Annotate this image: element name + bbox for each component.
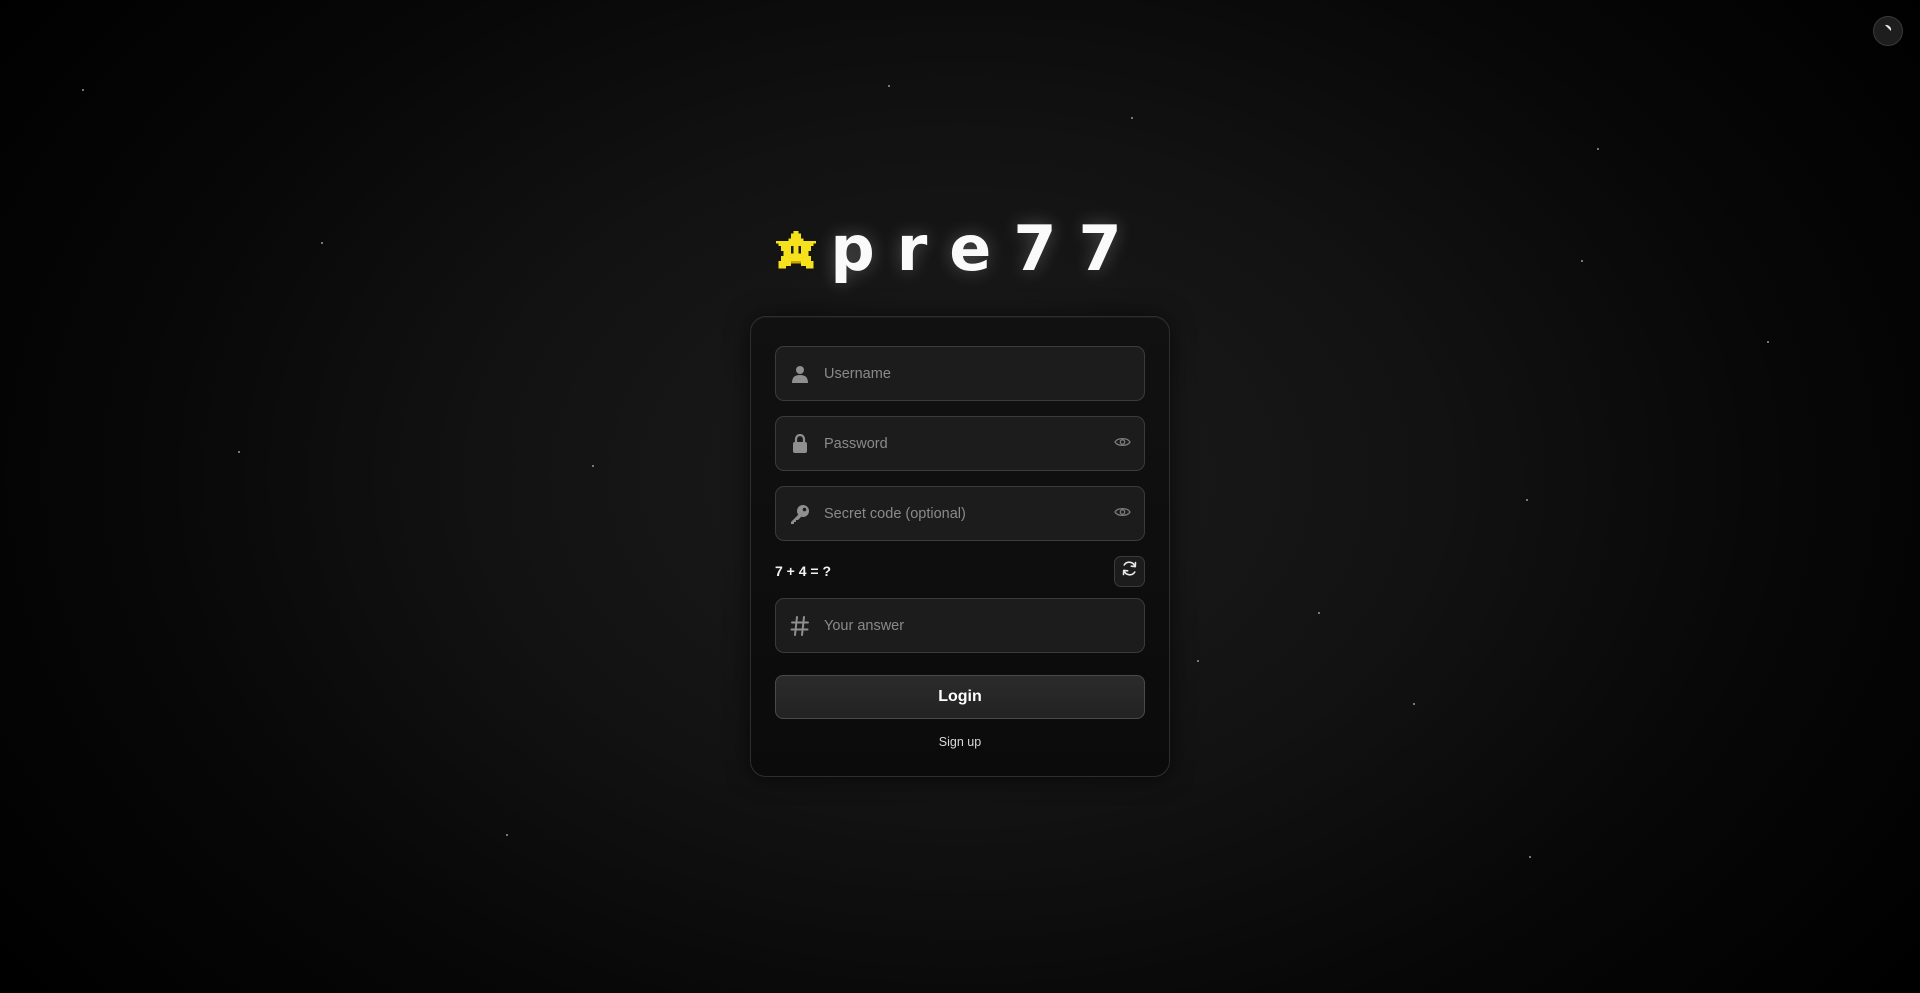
hash-icon xyxy=(776,615,824,637)
password-input[interactable] xyxy=(824,417,1100,470)
captcha-question: 7 + 4 = ? xyxy=(775,563,832,579)
login-card: 7 + 4 = ? Log xyxy=(750,316,1170,777)
eye-icon xyxy=(1113,435,1131,453)
captcha-answer-field xyxy=(775,598,1145,653)
secret-code-input[interactable] xyxy=(824,487,1100,540)
background-star xyxy=(888,85,890,87)
background-star xyxy=(1529,856,1531,858)
theme-toggle-icon xyxy=(1882,22,1894,40)
background-star xyxy=(1131,117,1133,119)
sign-up-link[interactable]: Sign up xyxy=(751,735,1169,749)
logo-container: pre77 xyxy=(0,218,1920,280)
captcha-row: 7 + 4 = ? xyxy=(775,554,1145,588)
login-button[interactable]: Login xyxy=(775,675,1145,719)
background-star xyxy=(1318,612,1320,614)
username-field xyxy=(775,346,1145,401)
background-star xyxy=(1597,148,1599,150)
brand-name: pre77 xyxy=(830,212,1144,285)
lock-icon xyxy=(776,433,824,454)
password-field xyxy=(775,416,1145,471)
secret-code-field xyxy=(775,486,1145,541)
background-star xyxy=(1767,341,1769,343)
show-secret-code-button[interactable] xyxy=(1100,487,1144,540)
login-page: pre77 Username 7 + 4 = ? Your answer Log… xyxy=(0,0,1920,993)
background-star xyxy=(238,451,240,453)
refresh-captcha-button[interactable] xyxy=(1114,555,1145,587)
background-star xyxy=(82,89,84,91)
background-star xyxy=(1197,660,1199,662)
background-star xyxy=(1413,703,1415,705)
brand-logo: pre77 xyxy=(776,218,1143,280)
show-password-button[interactable] xyxy=(1100,417,1144,470)
key-icon xyxy=(776,503,824,525)
theme-toggle-button[interactable] xyxy=(1873,16,1903,46)
background-star xyxy=(592,465,594,467)
pixel-star-icon xyxy=(776,227,817,271)
eye-icon xyxy=(1113,505,1131,523)
background-star xyxy=(1526,499,1528,501)
refresh-icon xyxy=(1121,560,1138,582)
user-icon xyxy=(776,365,824,383)
username-input[interactable] xyxy=(824,347,1144,400)
captcha-answer-input[interactable] xyxy=(824,599,1144,652)
background-star xyxy=(506,834,508,836)
